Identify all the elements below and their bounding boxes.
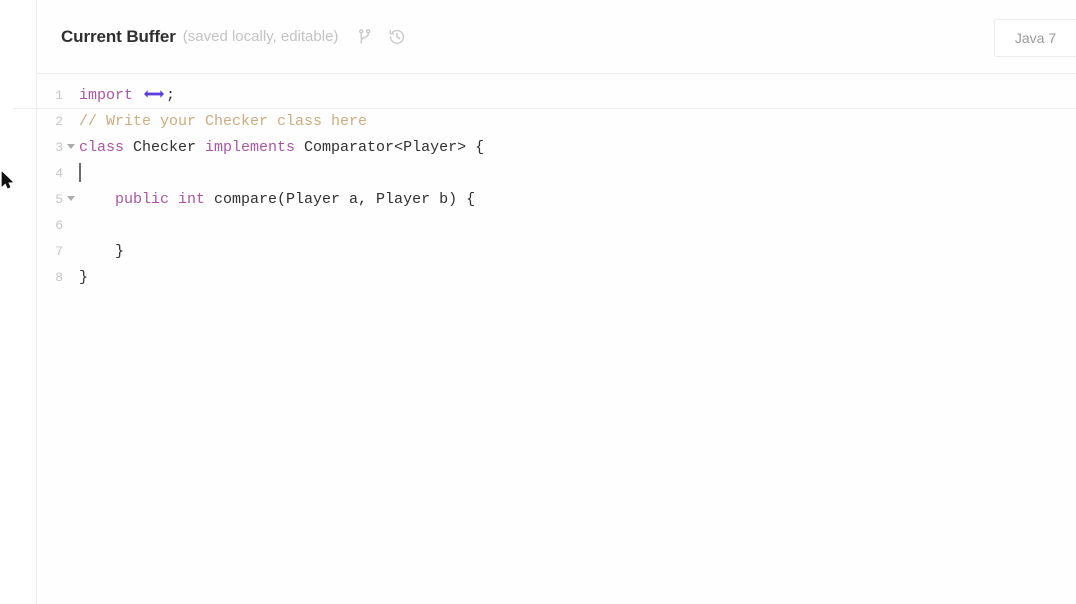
code-line[interactable]: 5 public int compare(Player a, Player b)… <box>37 187 1076 213</box>
code-token-keyword: implements <box>205 139 296 156</box>
line-number: 4 <box>55 166 63 181</box>
page-root: Current Buffer (saved locally, editable) <box>0 0 1076 604</box>
line-number: 8 <box>55 270 63 285</box>
code-token-keyword: class <box>79 139 125 156</box>
code-token-plain: Checker <box>124 139 206 156</box>
line-number: 7 <box>55 244 63 259</box>
code-token-keyword: import <box>79 87 143 104</box>
line-number: 5 <box>55 192 63 207</box>
code-line-text: public int compare(Player a, Player b) { <box>79 187 475 213</box>
buffer-header: Current Buffer (saved locally, editable) <box>37 0 1076 74</box>
code-line[interactable]: 7 } <box>37 239 1076 265</box>
code-token-keyword: public int <box>115 191 206 208</box>
code-line[interactable]: 3 class Checker implements Comparator<Pla… <box>37 135 1076 161</box>
language-badge[interactable]: Java 7 <box>994 19 1076 57</box>
code-token-plain: compare(Player a, Player b) { <box>205 191 476 208</box>
buffer-panel: Current Buffer (saved locally, editable) <box>13 0 1076 604</box>
buffer-status-text: (saved locally, editable) <box>182 28 339 45</box>
code-line-text: } <box>79 239 124 265</box>
line-number: 6 <box>55 218 63 233</box>
fold-arrow-icon[interactable] <box>63 135 79 161</box>
code-line-text: // Write your Checker class here <box>79 109 367 135</box>
fold-arrow-icon[interactable] <box>63 187 79 213</box>
code-line-text: class Checker implements Comparator<Play… <box>79 135 484 161</box>
git-branch-icon[interactable] <box>356 28 374 46</box>
code-token-comment: // Write your Checker class here <box>79 113 368 130</box>
code-line-text <box>79 161 81 187</box>
page-title: Current Buffer <box>61 26 176 46</box>
code-token-plain: } <box>79 243 125 260</box>
history-icon[interactable] <box>388 28 406 46</box>
code-line-text: } <box>79 265 88 291</box>
code-line[interactable]: 4 <box>37 161 1076 187</box>
code-editor[interactable]: 1 import ; 2 // Write your Checker class he… <box>13 74 1076 291</box>
left-margin-strip <box>0 0 36 604</box>
code-token-plain: ; <box>166 87 176 104</box>
line-number: 2 <box>55 114 63 129</box>
code-line[interactable]: 2 // Write your Checker class here <box>37 109 1076 135</box>
code-line-text: import ; <box>79 83 175 109</box>
code-token-plain: } <box>79 269 89 286</box>
header-icon-group <box>356 28 406 46</box>
line-number: 3 <box>55 140 63 155</box>
folded-code-marker-icon[interactable] <box>143 88 165 100</box>
code-line[interactable]: 6 <box>37 213 1076 239</box>
line-number: 1 <box>55 88 63 103</box>
code-line[interactable]: 1 import ; <box>13 83 1076 109</box>
text-caret <box>79 162 81 182</box>
code-token-plain: Comparator<Player> { <box>295 139 485 156</box>
code-line[interactable]: 8} <box>37 265 1076 291</box>
